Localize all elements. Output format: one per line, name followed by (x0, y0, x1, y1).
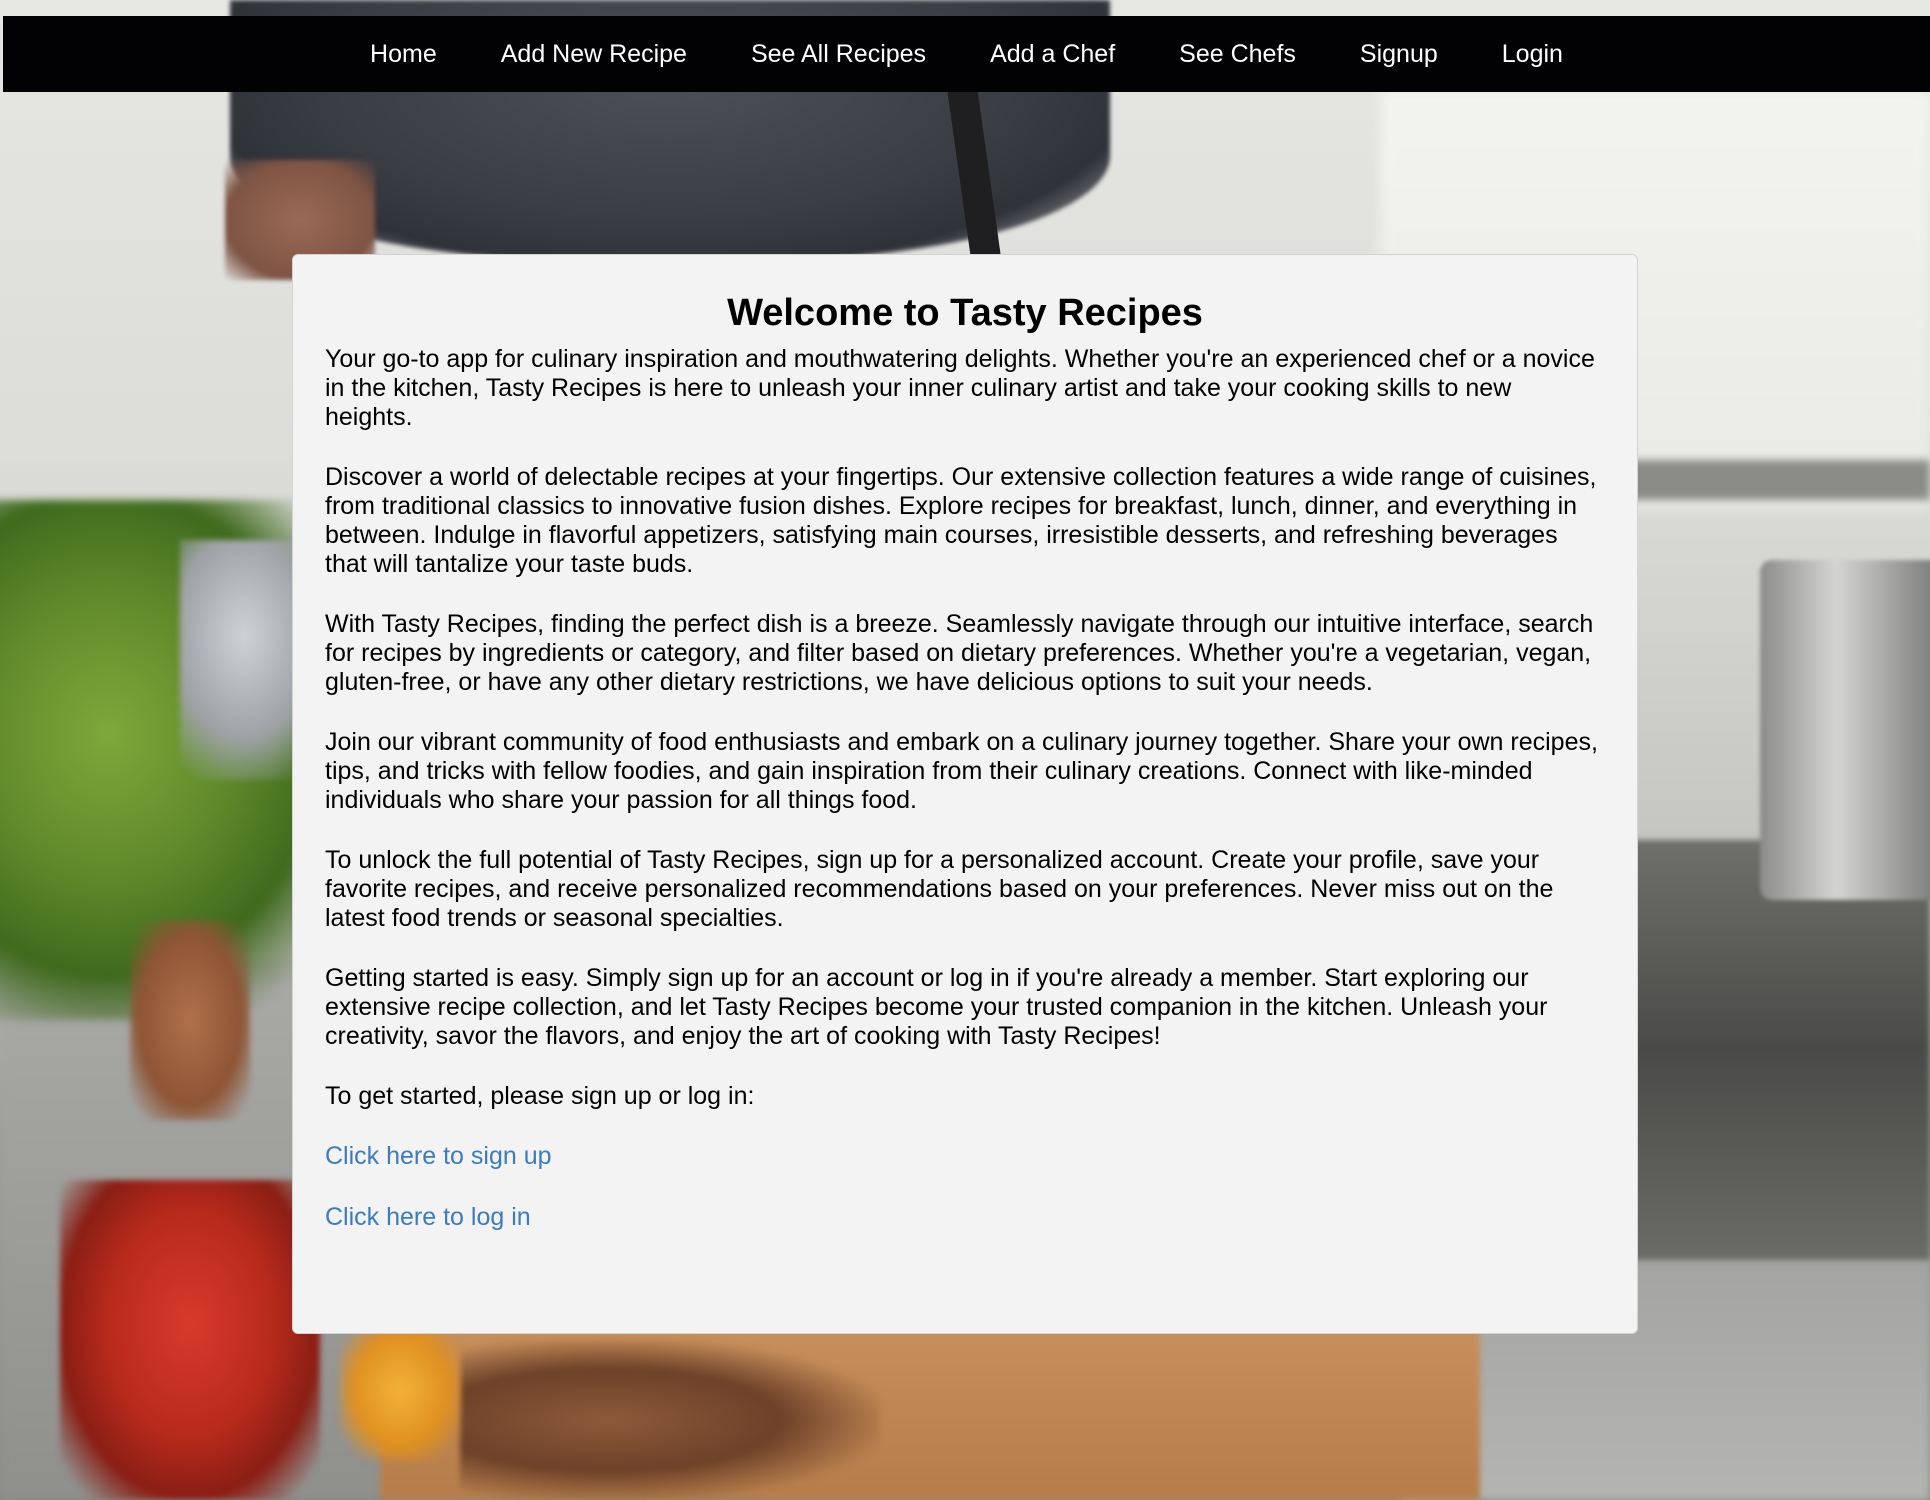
background-stockpot (1760, 560, 1930, 900)
nav-see-chefs[interactable]: See Chefs (1179, 40, 1296, 69)
background-front-bowls (460, 1340, 880, 1500)
background-yellow-pepper (340, 1320, 460, 1460)
nav-add-new-recipe[interactable]: Add New Recipe (501, 40, 687, 69)
getting-started-paragraph: Getting started is easy. Simply sign up … (325, 964, 1548, 1050)
community-paragraph: Join our vibrant community of food enthu… (325, 728, 1598, 814)
background-stove (1590, 840, 1930, 1260)
background-clay-pot (130, 920, 250, 1120)
navigate-paragraph: With Tasty Recipes, finding the perfect … (325, 610, 1594, 696)
signup-link[interactable]: Click here to sign up (325, 1142, 1605, 1171)
account-paragraph: To unlock the full potential of Tasty Re… (325, 846, 1554, 932)
nav-signup[interactable]: Signup (1360, 40, 1438, 69)
cta-prompt: To get started, please sign up or log in… (325, 1082, 755, 1110)
nav-see-all-recipes[interactable]: See All Recipes (751, 40, 926, 69)
login-link[interactable]: Click here to log in (325, 1203, 1605, 1232)
background-red-pepper (60, 1180, 320, 1500)
nav-add-a-chef[interactable]: Add a Chef (990, 40, 1115, 69)
page: Home Add New Recipe See All Recipes Add … (0, 0, 1930, 1500)
page-title: Welcome to Tasty Recipes (727, 292, 1203, 334)
welcome-card: Welcome to Tasty Recipes Your go-to app … (292, 254, 1638, 1334)
intro-paragraph: Your go-to app for culinary inspiration … (325, 345, 1595, 431)
nav-login[interactable]: Login (1502, 40, 1563, 69)
navbar: Home Add New Recipe See All Recipes Add … (3, 16, 1930, 92)
nav-home[interactable]: Home (370, 40, 437, 69)
discover-paragraph: Discover a world of delectable recipes a… (325, 463, 1597, 578)
